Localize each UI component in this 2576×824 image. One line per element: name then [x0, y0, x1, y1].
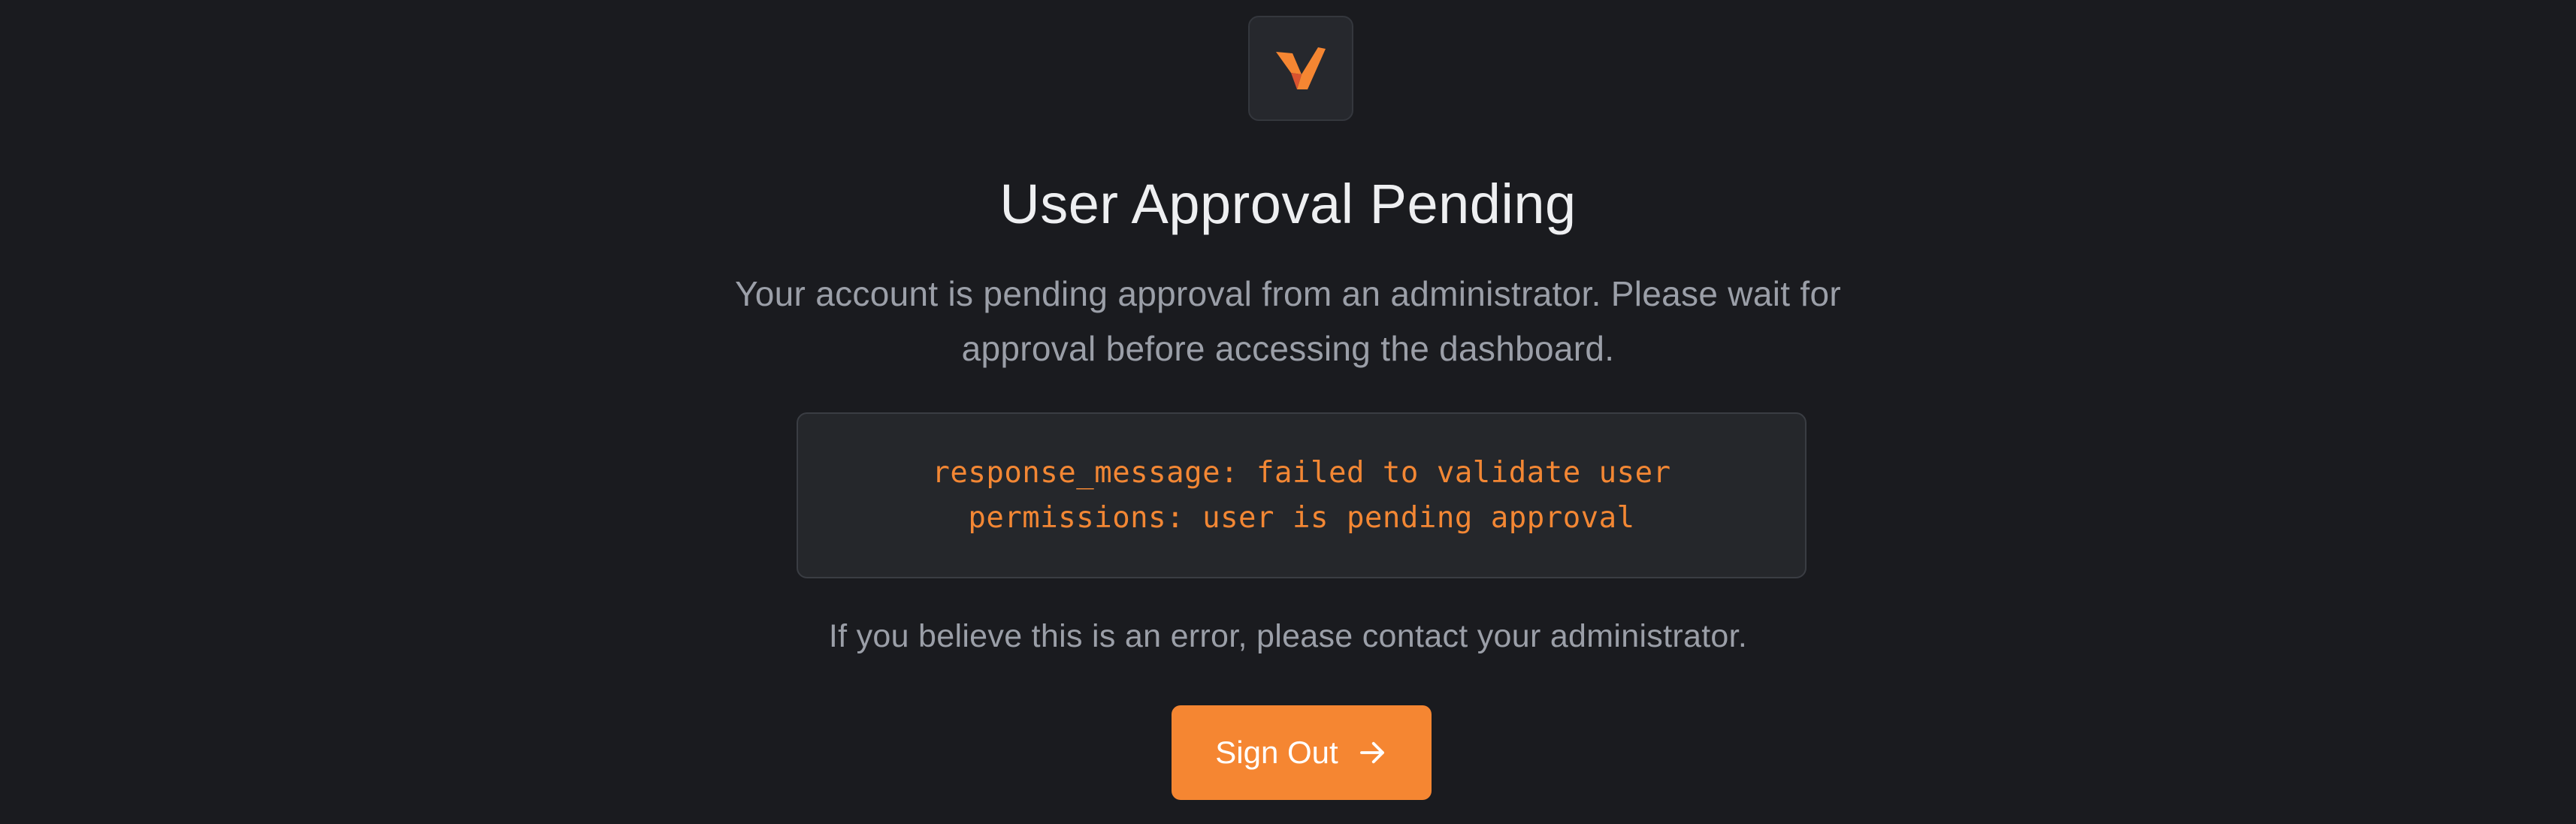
- brand-logo-icon: [1276, 47, 1326, 89]
- error-message-line-2: permissions: user is pending approval: [968, 500, 1635, 535]
- error-message-box: response_message: failed to validate use…: [797, 412, 1807, 578]
- logo-container: [1248, 16, 1353, 121]
- pending-description-line-1: Your account is pending approval from an…: [735, 274, 1841, 313]
- arrow-right-icon: [1359, 741, 1384, 764]
- approval-pending-page: User Approval Pending Your account is pe…: [0, 0, 2576, 824]
- page-title: User Approval Pending: [999, 173, 1577, 235]
- error-message: response_message: failed to validate use…: [888, 451, 1715, 541]
- sign-out-label: Sign Out: [1215, 735, 1338, 770]
- pending-description-line-2: approval before accessing the dashboard.: [961, 329, 1615, 368]
- error-message-line-1: response_message: failed to validate use…: [932, 455, 1671, 490]
- sign-out-button[interactable]: Sign Out: [1172, 705, 1432, 800]
- help-text: If you believe this is an error, please …: [828, 618, 1748, 654]
- pending-description: Your account is pending approval from an…: [649, 267, 1927, 376]
